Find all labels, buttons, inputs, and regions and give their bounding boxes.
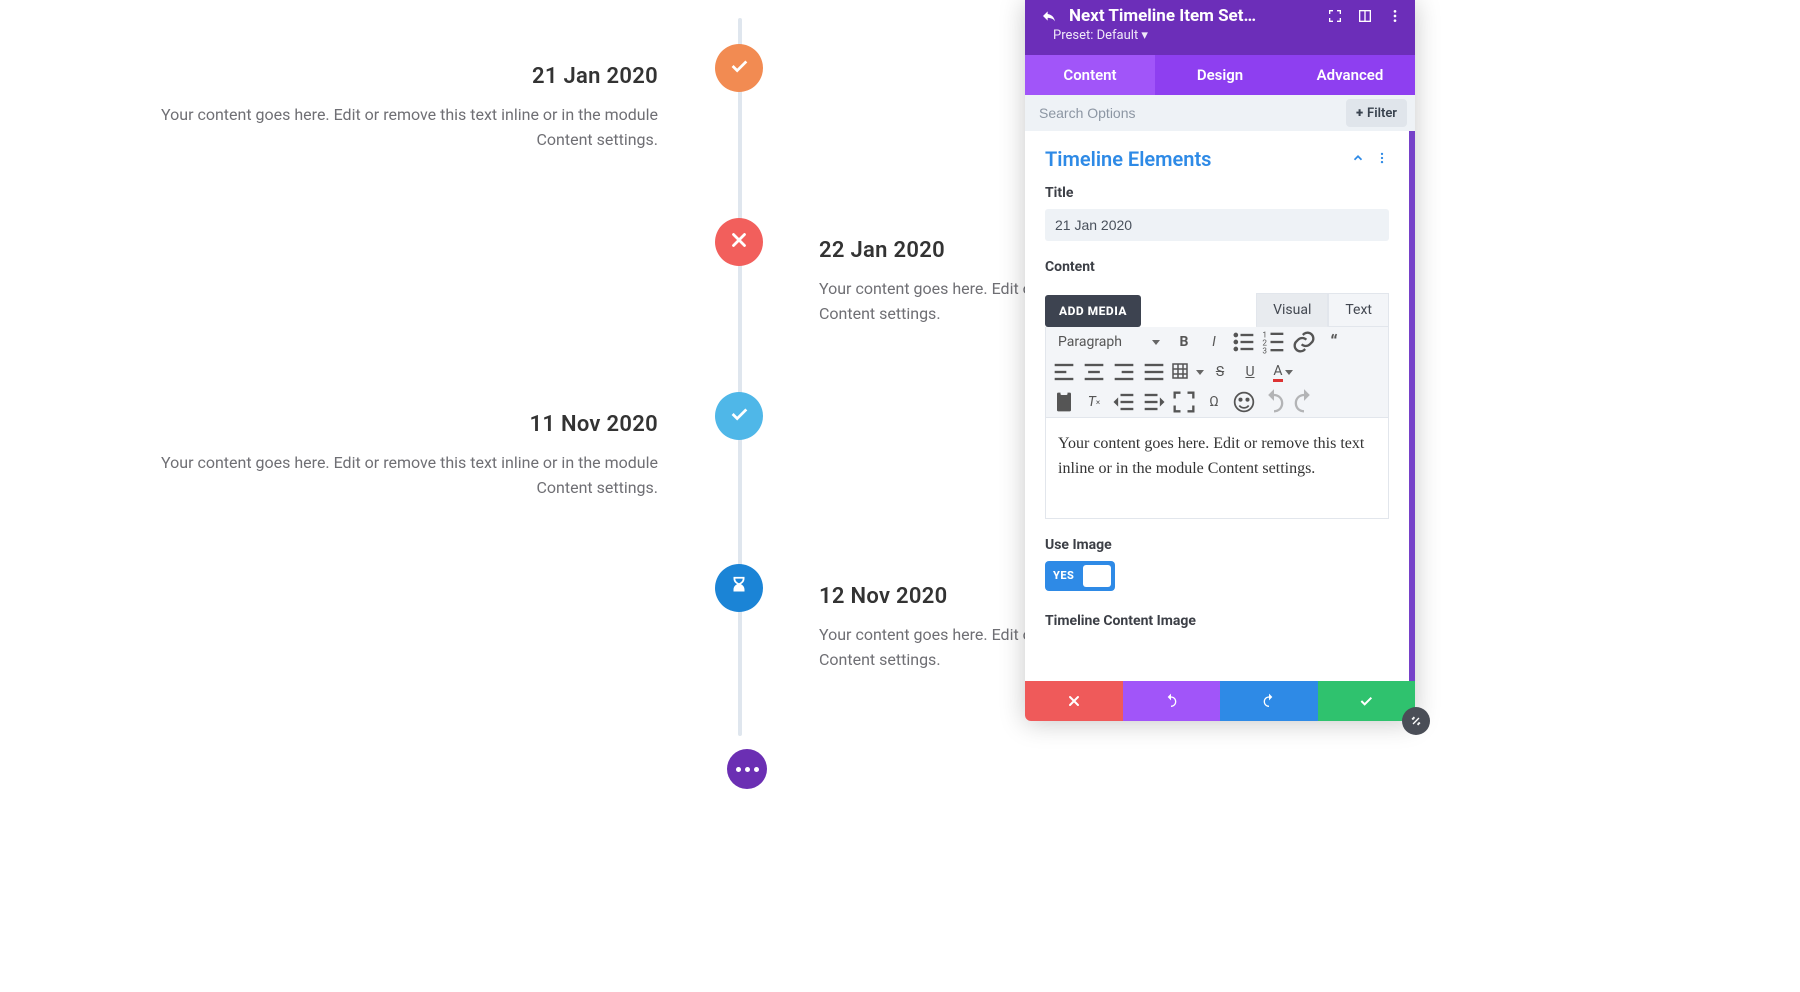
tab-content[interactable]: Content [1025, 55, 1155, 95]
align-center-button[interactable] [1080, 360, 1108, 384]
back-icon[interactable] [1039, 6, 1059, 26]
content-label: Content [1045, 259, 1389, 275]
editor-toolbar: Paragraph B I 123 “ [1045, 327, 1389, 418]
preset-selector[interactable]: Preset: Default ▾ [1025, 26, 1415, 49]
bold-button[interactable]: B [1170, 330, 1198, 354]
filter-label: Filter [1367, 106, 1397, 121]
timeline-item: 11 Nov 2020 Your content goes here. Edit … [148, 412, 658, 501]
timeline-item: 21 Jan 2020 Your content goes here. Edit … [148, 64, 658, 153]
section-head[interactable]: Timeline Elements [1025, 131, 1409, 177]
kebab-icon[interactable] [1385, 6, 1405, 26]
toggle-knob [1083, 565, 1111, 587]
timeline-line [738, 18, 742, 736]
section-title: Timeline Elements [1045, 147, 1351, 171]
timeline-content-image-field: Timeline Content Image [1025, 595, 1409, 629]
cancel-button[interactable] [1025, 681, 1123, 721]
fullscreen-button[interactable] [1170, 390, 1198, 414]
underline-button[interactable]: U [1236, 360, 1264, 384]
tab-design[interactable]: Design [1155, 55, 1285, 95]
visual-tab[interactable]: Visual [1256, 293, 1328, 327]
timeline-content-image-label: Timeline Content Image [1045, 613, 1389, 629]
content-editor[interactable]: Your content goes here. Edit or remove t… [1045, 418, 1389, 519]
tab-advanced[interactable]: Advanced [1285, 55, 1415, 95]
italic-button[interactable]: I [1200, 330, 1228, 354]
content-field: Content [1025, 241, 1409, 275]
timeline-item-title[interactable]: 21 Jan 2020 [148, 64, 658, 89]
save-button[interactable] [1318, 681, 1416, 721]
number-list-button[interactable]: 123 [1260, 330, 1288, 354]
close-icon [728, 229, 750, 255]
expand-panel-button[interactable] [1402, 707, 1430, 735]
add-media-button[interactable]: ADD MEDIA [1045, 295, 1141, 327]
timeline-item-title[interactable]: 11 Nov 2020 [148, 412, 658, 437]
more-icon [736, 767, 759, 772]
title-field: Title [1025, 177, 1409, 241]
indent-button[interactable] [1140, 390, 1168, 414]
check-icon [728, 55, 750, 81]
paragraph-label: Paragraph [1058, 334, 1122, 350]
special-char-button[interactable]: Ω [1200, 390, 1228, 414]
footer-redo-button[interactable] [1220, 681, 1318, 721]
align-justify-button[interactable] [1140, 360, 1168, 384]
focus-icon[interactable] [1325, 6, 1345, 26]
use-image-toggle[interactable]: YES [1045, 561, 1115, 591]
chevron-down-icon [1152, 340, 1160, 345]
chevron-down-icon [1196, 370, 1204, 375]
columns-icon[interactable] [1355, 6, 1375, 26]
text-tab[interactable]: Text [1328, 293, 1389, 327]
align-right-button[interactable] [1110, 360, 1138, 384]
undo-button[interactable] [1260, 390, 1288, 414]
timeline-node-4[interactable] [715, 564, 763, 612]
panel-body: Timeline Elements Title Content ADD MEDI… [1025, 131, 1415, 681]
align-left-button[interactable] [1050, 360, 1078, 384]
footer-undo-button[interactable] [1123, 681, 1221, 721]
redo-button[interactable] [1290, 390, 1318, 414]
timeline-node-1[interactable] [715, 44, 763, 92]
text-color-button[interactable]: A [1266, 360, 1300, 384]
timeline-node-2[interactable] [715, 218, 763, 266]
search-row: + Filter [1025, 95, 1415, 131]
search-input[interactable] [1025, 105, 1346, 121]
hourglass-icon [728, 575, 750, 601]
chevron-up-icon [1351, 150, 1365, 169]
quote-button[interactable]: “ [1320, 330, 1348, 354]
panel-tabs: Content Design Advanced [1025, 55, 1415, 95]
timeline-item-text[interactable]: Your content goes here. Edit or remove t… [148, 451, 658, 501]
emoji-button[interactable] [1230, 390, 1258, 414]
paste-text-button[interactable] [1050, 390, 1078, 414]
link-button[interactable] [1290, 330, 1318, 354]
check-icon [728, 403, 750, 429]
strike-button[interactable]: S [1206, 360, 1234, 384]
chevron-down-icon [1285, 370, 1293, 375]
paragraph-select[interactable]: Paragraph [1050, 330, 1168, 354]
timeline-node-3[interactable] [715, 392, 763, 440]
use-image-label: Use Image [1045, 537, 1389, 553]
clear-format-button[interactable]: T× [1080, 390, 1108, 414]
panel-title: Next Timeline Item Set… [1069, 6, 1315, 26]
title-label: Title [1045, 185, 1389, 201]
title-input[interactable] [1045, 209, 1389, 241]
use-image-field: Use Image YES [1025, 519, 1409, 595]
table-button[interactable] [1170, 360, 1204, 384]
toggle-yes-label: YES [1053, 569, 1074, 582]
svg-text:3: 3 [1262, 346, 1267, 356]
panel-footer [1025, 681, 1415, 721]
panel-header: Next Timeline Item Set… Preset: Default … [1025, 0, 1415, 55]
filter-button[interactable]: + Filter [1346, 99, 1407, 127]
timeline-item-text[interactable]: Your content goes here. Edit or remove t… [148, 103, 658, 153]
section-kebab-icon[interactable] [1375, 150, 1389, 169]
outdent-button[interactable] [1110, 390, 1138, 414]
timeline-more-button[interactable] [727, 749, 767, 789]
bullet-list-button[interactable] [1230, 330, 1258, 354]
settings-panel: Next Timeline Item Set… Preset: Default … [1025, 0, 1415, 721]
editor-mode-tabs: Visual Text [1256, 293, 1389, 327]
